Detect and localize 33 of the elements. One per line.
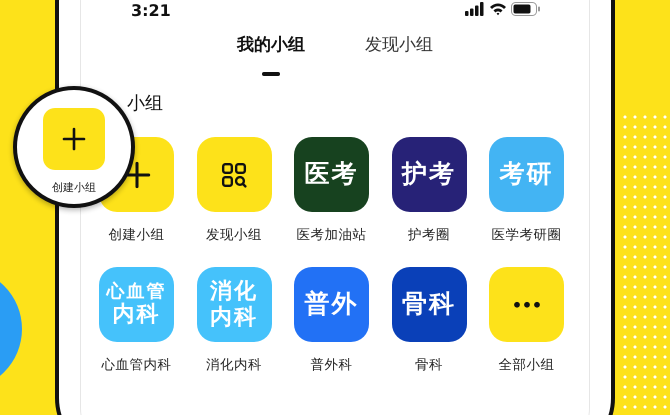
group-tile[interactable] xyxy=(196,137,272,212)
group-label: 全部小组 xyxy=(498,356,554,376)
tile-text: 护考 xyxy=(402,160,456,189)
group-tile[interactable]: 医考 xyxy=(294,137,369,212)
tab[interactable]: 我的小组 xyxy=(237,33,305,85)
section-title: 小组 xyxy=(127,93,164,115)
group-label: 医学考研圈 xyxy=(492,226,562,245)
tile-text: 心血管 xyxy=(106,282,166,302)
group-label: 心血管内科 xyxy=(102,356,172,376)
group-tile[interactable]: 普外 xyxy=(294,267,369,342)
tile-text: 内科 xyxy=(112,302,160,328)
group-label: 创建小组 xyxy=(108,226,164,245)
more-icon xyxy=(512,301,542,308)
group-label: 护考圈 xyxy=(408,226,450,245)
tile-text: 普外 xyxy=(304,290,358,320)
tile-text: 骨科 xyxy=(402,290,456,320)
tile-text: 医考 xyxy=(304,160,358,189)
group-label: 骨科 xyxy=(415,356,443,376)
status-time: 3:21 xyxy=(131,2,171,20)
group-tile[interactable]: 骨科 xyxy=(392,267,466,342)
group-label: 医考加油站 xyxy=(296,226,366,245)
group-label: 发现小组 xyxy=(206,226,262,245)
group-tile[interactable] xyxy=(489,267,564,342)
tile-text: 考研 xyxy=(500,160,554,189)
tile-text: 内科 xyxy=(210,304,258,330)
tab[interactable]: 发现小组 xyxy=(365,33,433,85)
grid-search-icon xyxy=(221,162,247,188)
group-label: 消化内科 xyxy=(206,356,262,376)
group-label: 创建小组 xyxy=(52,180,96,196)
group-tile[interactable]: 护考 xyxy=(392,137,466,212)
group-label: 普外科 xyxy=(310,356,352,376)
tile-text: 消化 xyxy=(210,279,258,305)
plus-icon xyxy=(62,127,86,151)
